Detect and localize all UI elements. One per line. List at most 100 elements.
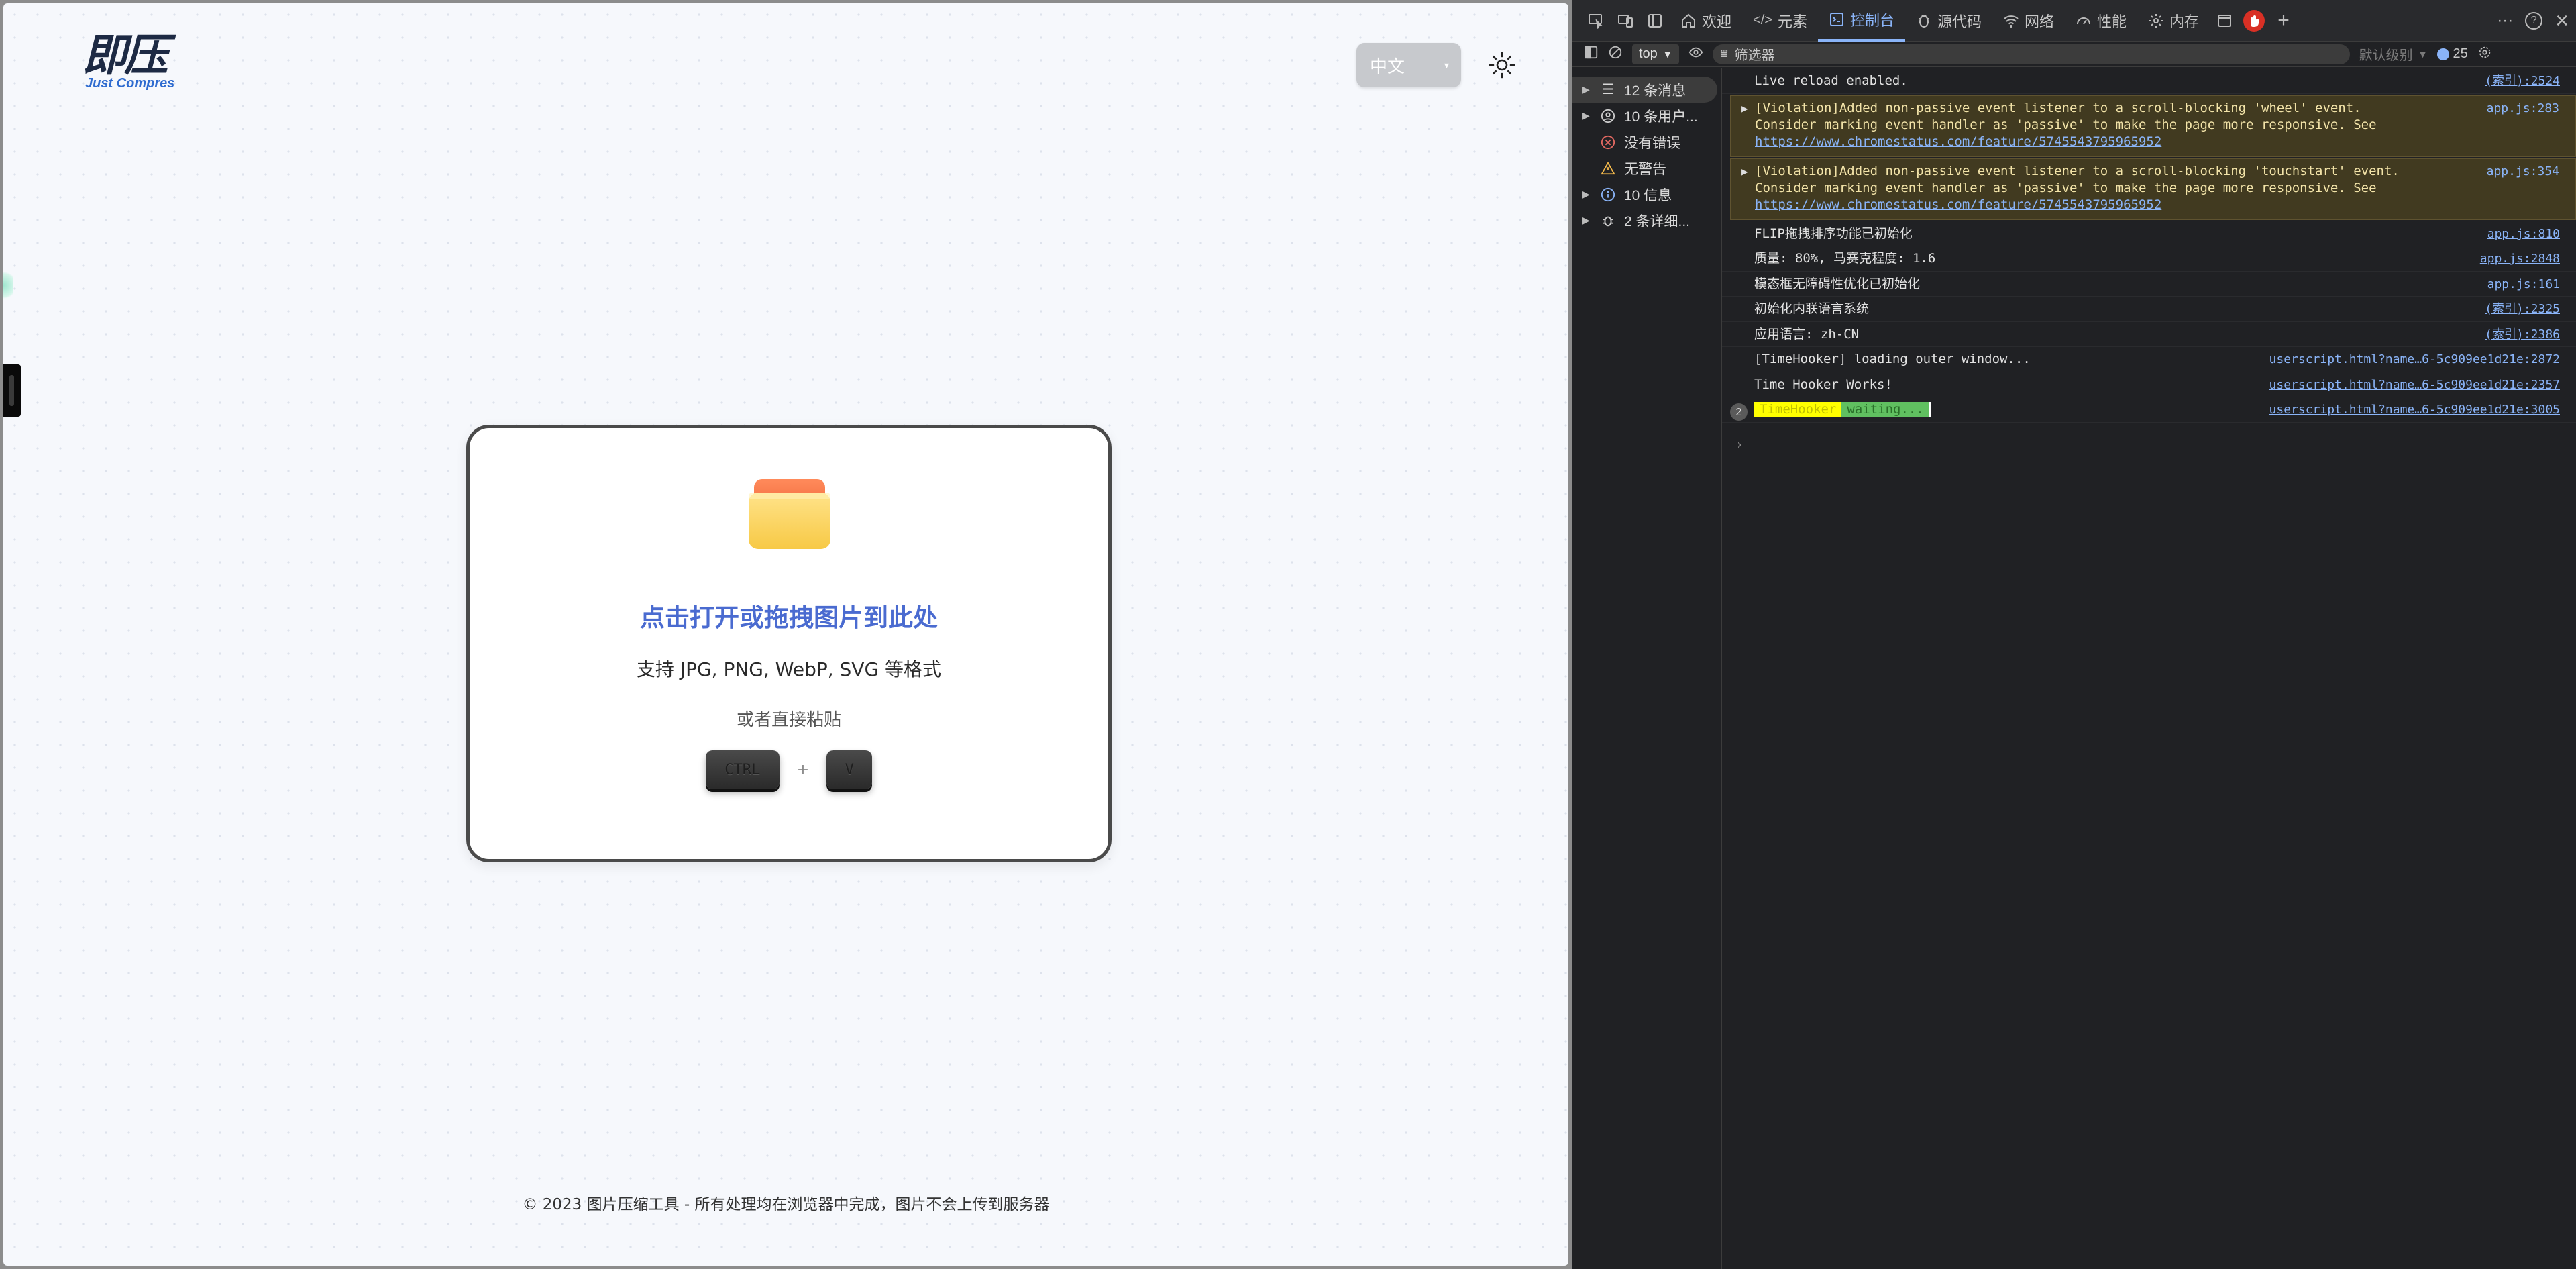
log-source-link[interactable]: (索引):2524 <box>2485 72 2560 89</box>
log-row-violation: ▶ [Violation]Added non-passive event lis… <box>1730 95 2576 157</box>
logo-subtitle: Just Compres <box>85 76 175 91</box>
expand-arrow-icon: ▶ <box>1582 189 1590 199</box>
more-options-icon[interactable]: ··· <box>2497 11 2513 30</box>
log-row: 模态框无障碍性优化已初始化 app.js:161 <box>1722 272 2576 297</box>
context-select[interactable]: top ▼ <box>1632 44 1679 64</box>
app-page: 即压 Just Compres 中文 ▾ 点击打开或拖拽图片到此处 支持 JPG… <box>3 3 1568 1266</box>
side-glow-handle[interactable] <box>3 268 13 302</box>
log-source-link[interactable]: (索引):2325 <box>2485 301 2560 317</box>
folder-icon <box>746 476 833 552</box>
sidebar-item-warnings[interactable]: 无警告 <box>1572 155 1721 181</box>
log-source-link[interactable]: userscript.html?name…6-5c909ee1d21e:2357 <box>2269 376 2560 393</box>
log-source-link[interactable]: (索引):2386 <box>2485 326 2560 343</box>
tab-sources[interactable]: 源代码 <box>1905 0 1992 42</box>
devtools-panel: 欢迎 </> 元素 控制台 源代码 网络 性能 内存 + ··· ? ✕ top… <box>1572 0 2576 1269</box>
violation-text: [Violation]Added non-passive event liste… <box>1755 100 2377 132</box>
chromestatus-link[interactable]: https://www.chromestatus.com/feature/574… <box>1755 197 2161 212</box>
help-icon[interactable]: ? <box>2525 12 2543 30</box>
log-source-link[interactable]: app.js:810 <box>2487 225 2560 242</box>
add-tab-icon[interactable]: + <box>2269 6 2298 36</box>
log-level-value: 默认级别 <box>2359 48 2413 63</box>
expand-arrow-icon: ▶ <box>1582 110 1590 121</box>
styled-chip-green: waiting... <box>1841 402 1931 417</box>
sidebar-item-label: 无警告 <box>1624 161 1666 177</box>
sidebar-item-messages[interactable]: ▶ ☰ 12 条消息 <box>1572 77 1717 103</box>
chromestatus-link[interactable]: https://www.chromestatus.com/feature/574… <box>1755 134 2161 149</box>
devtools-window-controls: ··· ? ✕ <box>2497 0 2569 42</box>
console-icon <box>1829 12 1843 26</box>
key-ctrl: CTRL <box>705 750 780 789</box>
clear-console-icon[interactable] <box>1608 45 1623 63</box>
log-source-link[interactable]: userscript.html?name…6-5c909ee1d21e:2872 <box>2269 351 2560 368</box>
sidebar-item-verbose[interactable]: ▶ 2 条详细... <box>1572 207 1721 234</box>
chevron-down-icon: ▾ <box>1444 59 1449 70</box>
log-source-link[interactable]: app.js:354 <box>2487 163 2559 180</box>
issues-count: 25 <box>2453 46 2468 61</box>
expand-arrow-icon[interactable]: ▶ <box>1741 100 1748 117</box>
gear-icon <box>2149 13 2163 28</box>
styled-chip-yellow: TimeHooker <box>1754 402 1842 417</box>
dropzone-title: 点击打开或拖拽图片到此处 <box>640 603 938 632</box>
devtools-tabbar: 欢迎 </> 元素 控制台 源代码 网络 性能 内存 + ··· ? ✕ <box>1572 0 2576 42</box>
log-row: [TimeHooker] loading outer window... use… <box>1722 347 2576 372</box>
sidebar-item-label: 2 条详细... <box>1624 213 1690 230</box>
log-source-link[interactable]: app.js:283 <box>2487 100 2559 117</box>
expand-arrow-icon[interactable]: ▶ <box>1741 163 1748 180</box>
app-logo[interactable]: 即压 Just Compres <box>83 32 197 99</box>
close-icon[interactable]: ✕ <box>2555 11 2569 32</box>
sidebar-item-info[interactable]: ▶ 10 信息 <box>1572 181 1721 207</box>
tab-console[interactable]: 控制台 <box>1817 0 1905 42</box>
sun-icon[interactable] <box>1488 51 1516 79</box>
sidebar-item-label: 10 条用户... <box>1624 109 1698 125</box>
log-source-link[interactable]: app.js:161 <box>2487 276 2560 293</box>
logo-mark: 即压 <box>83 29 168 81</box>
home-icon <box>1682 13 1695 28</box>
tab-elements[interactable]: </> 元素 <box>1742 0 1818 42</box>
sidebar-item-user-messages[interactable]: ▶ 10 条用户... <box>1572 103 1721 129</box>
console-filter-input[interactable]: ⩸ 筛选器 <box>1712 44 2350 64</box>
log-source-link[interactable]: app.js:2848 <box>2480 250 2560 267</box>
image-dropzone[interactable]: 点击打开或拖拽图片到此处 支持 JPG, PNG, WebP, SVG 等格式 … <box>466 425 1112 862</box>
tab-welcome[interactable]: 欢迎 <box>1670 0 1742 42</box>
warning-icon <box>1599 159 1617 178</box>
console-sidebar: ▶ ☰ 12 条消息 ▶ 10 条用户... 没有错误 无警告 ▶ 10 信息 … <box>1572 68 1722 1269</box>
extension-red-icon[interactable] <box>2239 6 2269 36</box>
side-drawer-handle[interactable] <box>3 364 21 417</box>
tab-sources-label: 源代码 <box>1937 13 1982 30</box>
log-message: Live reload enabled. <box>1754 73 1908 88</box>
paste-shortcut: CTRL + V <box>470 750 1108 789</box>
settings-gear-icon[interactable] <box>2477 45 2492 63</box>
log-row-violation: ▶ [Violation]Added non-passive event lis… <box>1730 158 2576 220</box>
info-icon <box>1599 185 1617 204</box>
console-sidebar-toggle-icon[interactable] <box>1584 45 1599 63</box>
log-source-link[interactable]: userscript.html?name…6-5c909ee1d21e:3005 <box>2269 401 2560 418</box>
tab-network-label: 网络 <box>2024 13 2054 30</box>
wifi-icon <box>2004 15 2019 28</box>
log-message: 模态框无障碍性优化已初始化 <box>1754 276 1921 291</box>
application-icon[interactable] <box>2210 6 2239 36</box>
tab-performance[interactable]: 性能 <box>2065 0 2137 42</box>
log-level-select[interactable]: 默认级别 ▼ <box>2359 44 2428 64</box>
tab-network[interactable]: 网络 <box>1992 0 2065 42</box>
tab-performance-label: 性能 <box>2097 13 2127 30</box>
log-row: Time Hooker Works! userscript.html?name…… <box>1722 372 2576 397</box>
sidebar-item-label: 12 条消息 <box>1624 83 1686 99</box>
log-message: [TimeHooker] loading outer window... <box>1754 352 2031 366</box>
sidebar-item-errors[interactable]: 没有错误 <box>1572 129 1721 155</box>
log-row-styled: 2 TimeHooker waiting... userscript.html?n… <box>1722 397 2576 423</box>
language-select[interactable]: 中文 ▾ <box>1356 43 1461 87</box>
log-message: Time Hooker Works! <box>1754 376 1892 392</box>
sidebar-toggle-icon[interactable] <box>1640 6 1670 36</box>
code-icon: </> <box>1753 13 1772 28</box>
inspect-icon[interactable] <box>1581 6 1611 36</box>
sidebar-item-label: 没有错误 <box>1624 135 1680 151</box>
issues-counter[interactable]: 25 <box>2436 46 2468 62</box>
log-row: 初始化内联语言系统 (索引):2325 <box>1722 297 2576 322</box>
device-toggle-icon[interactable] <box>1611 6 1640 36</box>
eye-icon[interactable] <box>1688 45 1703 63</box>
context-value: top <box>1639 46 1658 61</box>
tab-memory[interactable]: 内存 <box>2137 0 2210 42</box>
tab-welcome-label: 欢迎 <box>1702 13 1732 30</box>
console-prompt[interactable]: › <box>1735 436 1743 452</box>
violation-text: [Violation]Added non-passive event liste… <box>1755 163 2400 195</box>
